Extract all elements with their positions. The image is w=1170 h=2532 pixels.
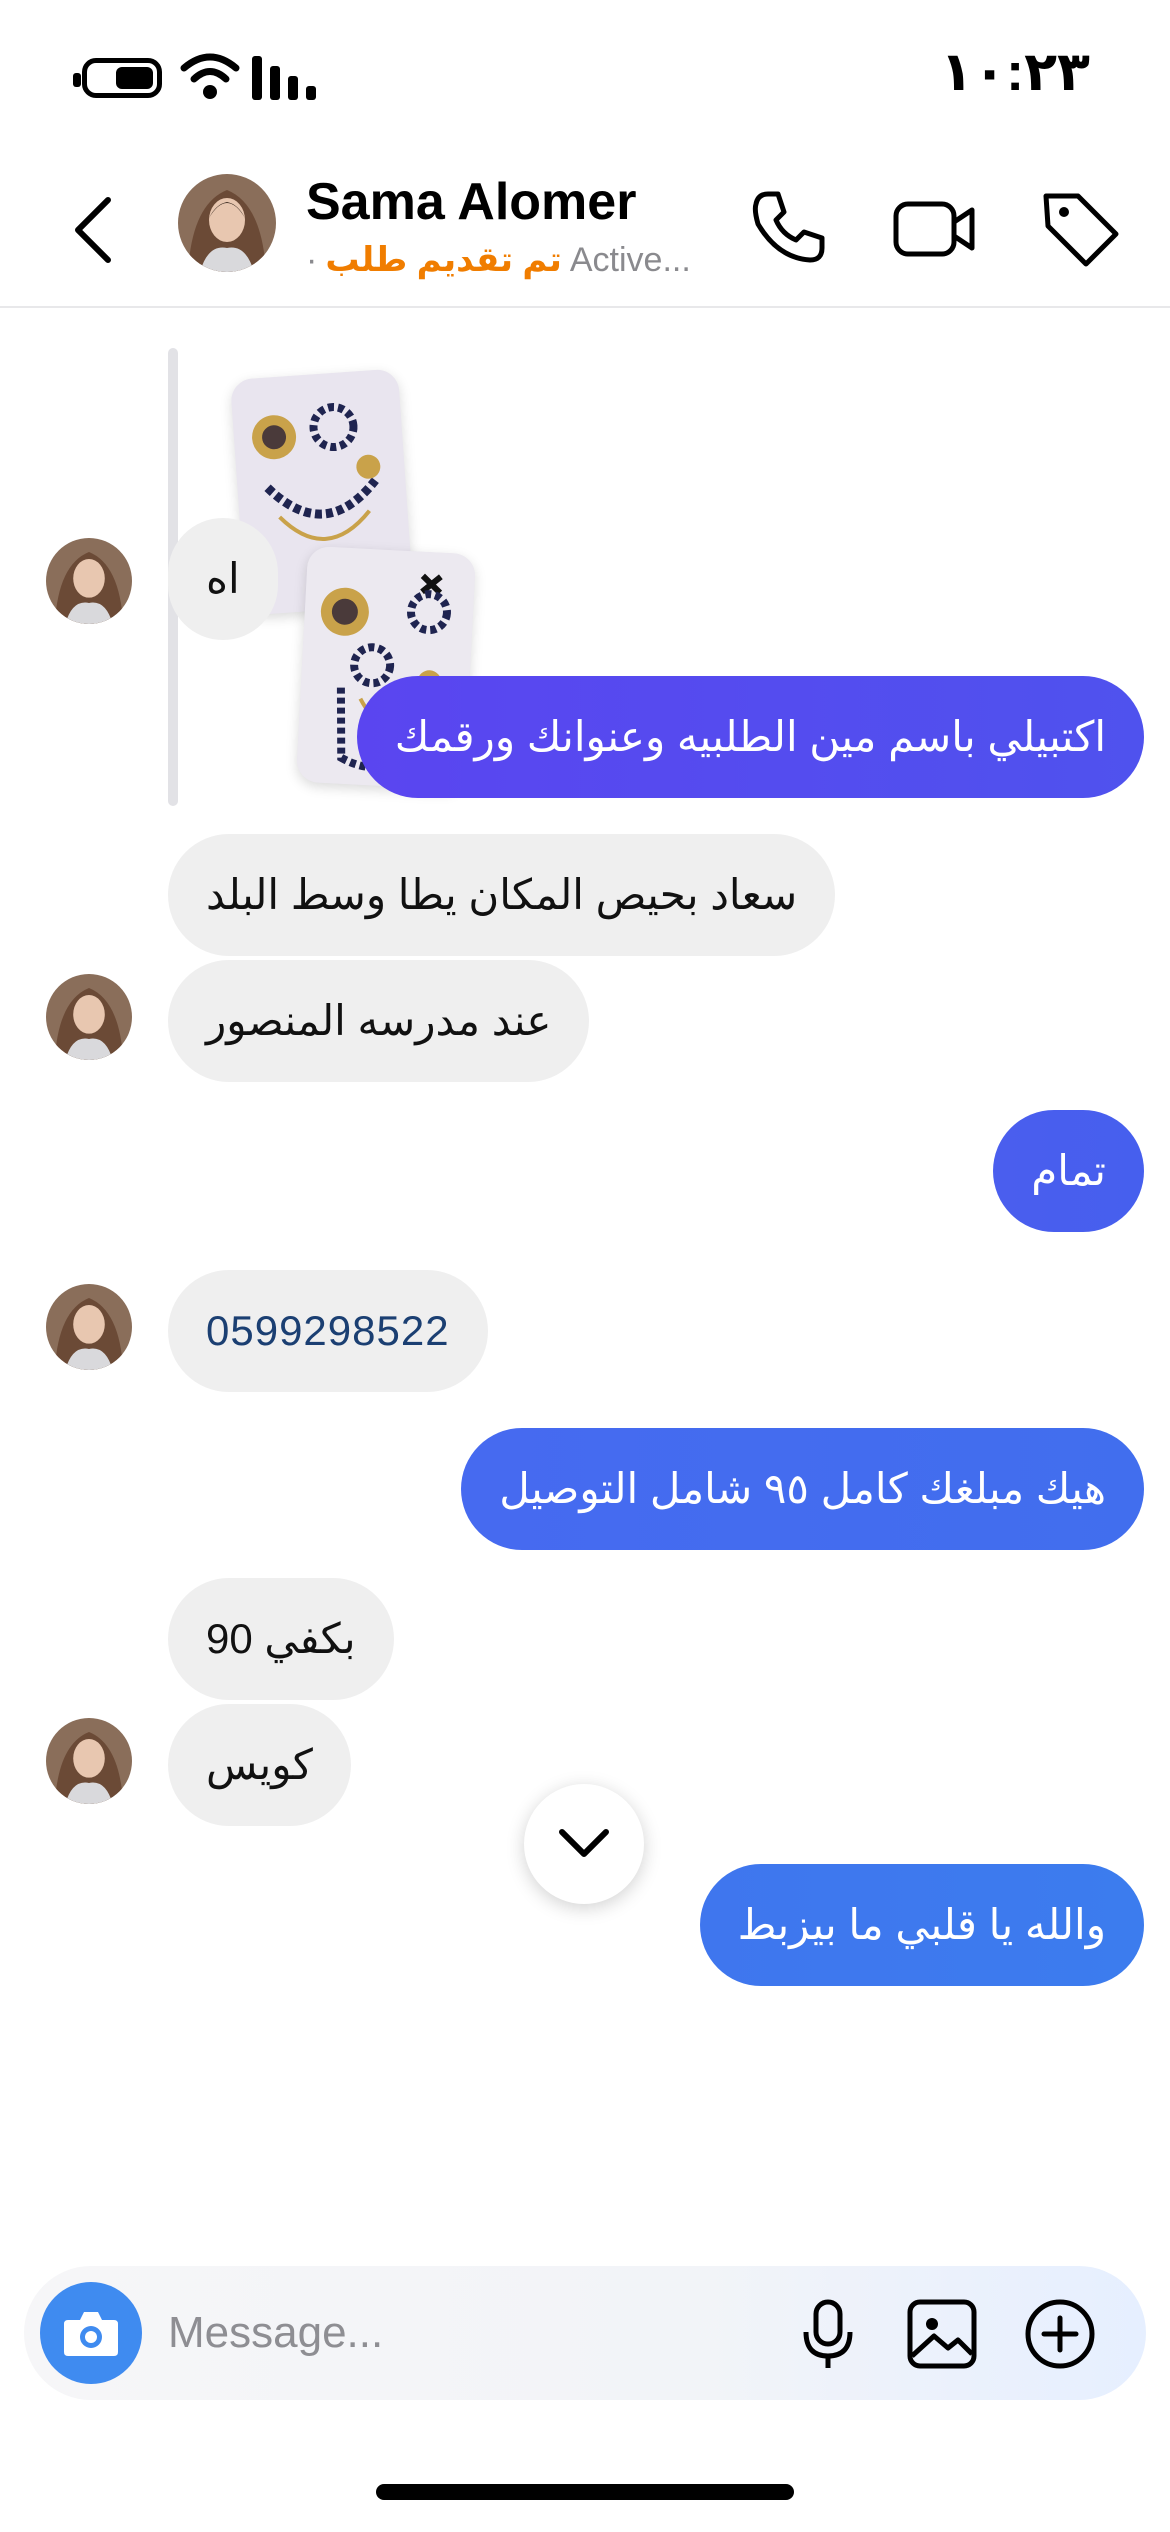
status-separator: · [306, 240, 318, 279]
contact-name[interactable]: Sama Alomer [306, 172, 636, 232]
message-list[interactable]: اه اكتبيلي باسم مين الطلبيه وعنوانك ورقم… [0, 310, 1170, 2260]
home-indicator[interactable] [376, 2484, 794, 2500]
camera-icon [64, 2312, 118, 2356]
signal-icon [252, 56, 316, 100]
battery-icon [73, 58, 162, 98]
message-bubble-phone[interactable]: 0599298522 [168, 1270, 488, 1392]
message-composer [24, 2266, 1146, 2400]
message-bubble-outgoing[interactable]: والله يا قلبي ما بيزبط [699, 1864, 1144, 1986]
contact-avatar[interactable] [178, 174, 276, 272]
message-bubble-outgoing[interactable]: هيك مبلغك كامل ٩٥ شامل التوصيل [461, 1428, 1144, 1550]
contact-status: · تم تقديم طلب Active... [306, 240, 691, 280]
message-bubble-outgoing[interactable]: اكتبيلي باسم مين الطلبيه وعنوانك ورقمك [356, 676, 1144, 798]
sender-avatar[interactable] [46, 1718, 132, 1804]
message-bubble-incoming[interactable]: عند مدرسه المنصور [168, 960, 590, 1082]
activity-status: Active... [569, 240, 691, 279]
back-icon[interactable] [60, 190, 130, 270]
tag-icon[interactable] [1034, 182, 1126, 274]
chat-screen: ١٠:٢٣ Sama Alomer · تم تقديم طلب Active.… [0, 0, 1170, 2532]
video-camera-icon[interactable] [888, 182, 980, 274]
message-bubble-incoming[interactable]: بكفي 90 [168, 1578, 394, 1700]
status-bar: ١٠:٢٣ [0, 0, 1170, 150]
phone-icon[interactable] [742, 182, 834, 274]
chat-header: Sama Alomer · تم تقديم طلب Active... [0, 150, 1170, 308]
microphone-icon[interactable] [786, 2292, 870, 2376]
chevron-down-icon [559, 1829, 609, 1857]
camera-button[interactable] [40, 2282, 142, 2384]
message-bubble-incoming[interactable]: سعاد بحيص المكان يطا وسط البلد [168, 834, 836, 956]
gallery-icon[interactable] [900, 2292, 984, 2376]
message-bubble-incoming[interactable]: كويس [168, 1704, 351, 1826]
order-tag: تم تقديم طلب [325, 241, 562, 279]
plus-icon[interactable] [1018, 2292, 1102, 2376]
sender-avatar[interactable] [46, 974, 132, 1060]
sender-avatar[interactable] [46, 1284, 132, 1370]
sender-avatar[interactable] [46, 538, 132, 624]
status-time: ١٠:٢٣ [940, 42, 1090, 102]
message-bubble-incoming[interactable]: اه [168, 518, 278, 640]
scroll-to-bottom-button[interactable] [524, 1784, 644, 1904]
message-bubble-outgoing[interactable]: تمام [993, 1110, 1144, 1232]
wifi-icon [180, 53, 240, 99]
message-input[interactable] [168, 2296, 768, 2370]
